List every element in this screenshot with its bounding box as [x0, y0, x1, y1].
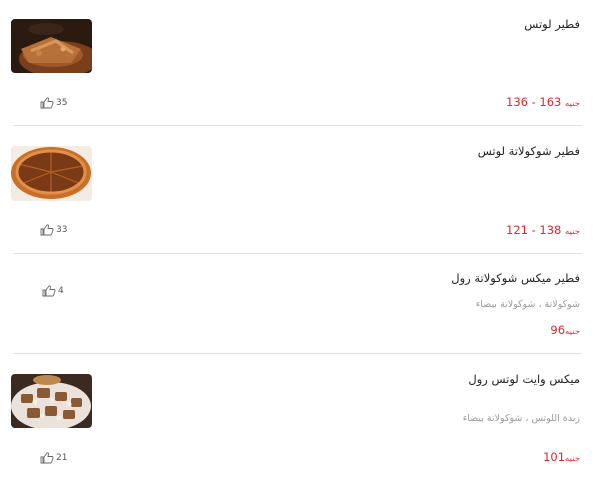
- currency-label: جنيه: [565, 99, 580, 109]
- price-value: 101: [543, 450, 566, 464]
- dish-description: زبدة اللوتس ، شوكولاتة بيضاء: [462, 413, 580, 424]
- white-lotus-roll-photo: [11, 374, 92, 428]
- menu-item[interactable]: فطير لوتس 136 - 163 جنيه 35: [0, 0, 595, 125]
- menu-item[interactable]: فطير ميكس شوكولاتة رول شوكولاتة ، شوكولا…: [0, 254, 595, 353]
- price-value: 121 - 138: [506, 223, 562, 237]
- like-count: 4: [58, 286, 64, 296]
- menu-item[interactable]: ميكس وايت لوتس رول زبدة اللوتس ، شوكولات…: [0, 354, 595, 480]
- like-button[interactable]: 35: [40, 97, 67, 109]
- like-count: 35: [56, 98, 68, 108]
- menu-item[interactable]: فطير شوكولاتة لوتس 121 - 138 جنيه 33: [0, 126, 595, 253]
- thumbs-up-icon: [40, 452, 54, 464]
- like-count: 33: [56, 225, 68, 235]
- dish-price: 121 - 138 جنيه: [506, 223, 580, 237]
- dish-name: ميكس وايت لوتس رول: [468, 372, 580, 386]
- price-value: 136 - 163: [506, 95, 562, 109]
- dish-name: فطير لوتس: [524, 17, 580, 31]
- price-value: 96: [550, 323, 566, 337]
- dish-price: 101جنيه: [543, 450, 580, 464]
- lotus-pie-photo: [11, 19, 92, 73]
- thumbs-up-icon: [40, 224, 54, 236]
- dish-description: شوكولاتة ، شوكولاتة بيضاء: [475, 299, 580, 310]
- dish-price: 136 - 163 جنيه: [506, 95, 580, 109]
- dish-image[interactable]: [11, 374, 92, 428]
- thumbs-up-icon: [42, 285, 56, 297]
- like-button[interactable]: 21: [40, 452, 67, 464]
- like-count: 21: [56, 453, 68, 463]
- dish-name: فطير شوكولاتة لوتس: [477, 144, 580, 158]
- like-button[interactable]: 4: [42, 285, 64, 297]
- dish-name: فطير ميكس شوكولاتة رول: [451, 271, 580, 285]
- chocolate-lotus-pie-photo: [11, 146, 92, 201]
- dish-price: 96جنيه: [550, 323, 580, 337]
- thumbs-up-icon: [40, 97, 54, 109]
- dish-image[interactable]: [11, 19, 92, 73]
- currency-label: جنيه: [565, 454, 580, 464]
- dish-image[interactable]: [11, 146, 92, 201]
- currency-label: جنيه: [565, 327, 580, 337]
- like-button[interactable]: 33: [40, 224, 67, 236]
- currency-label: جنيه: [565, 227, 580, 237]
